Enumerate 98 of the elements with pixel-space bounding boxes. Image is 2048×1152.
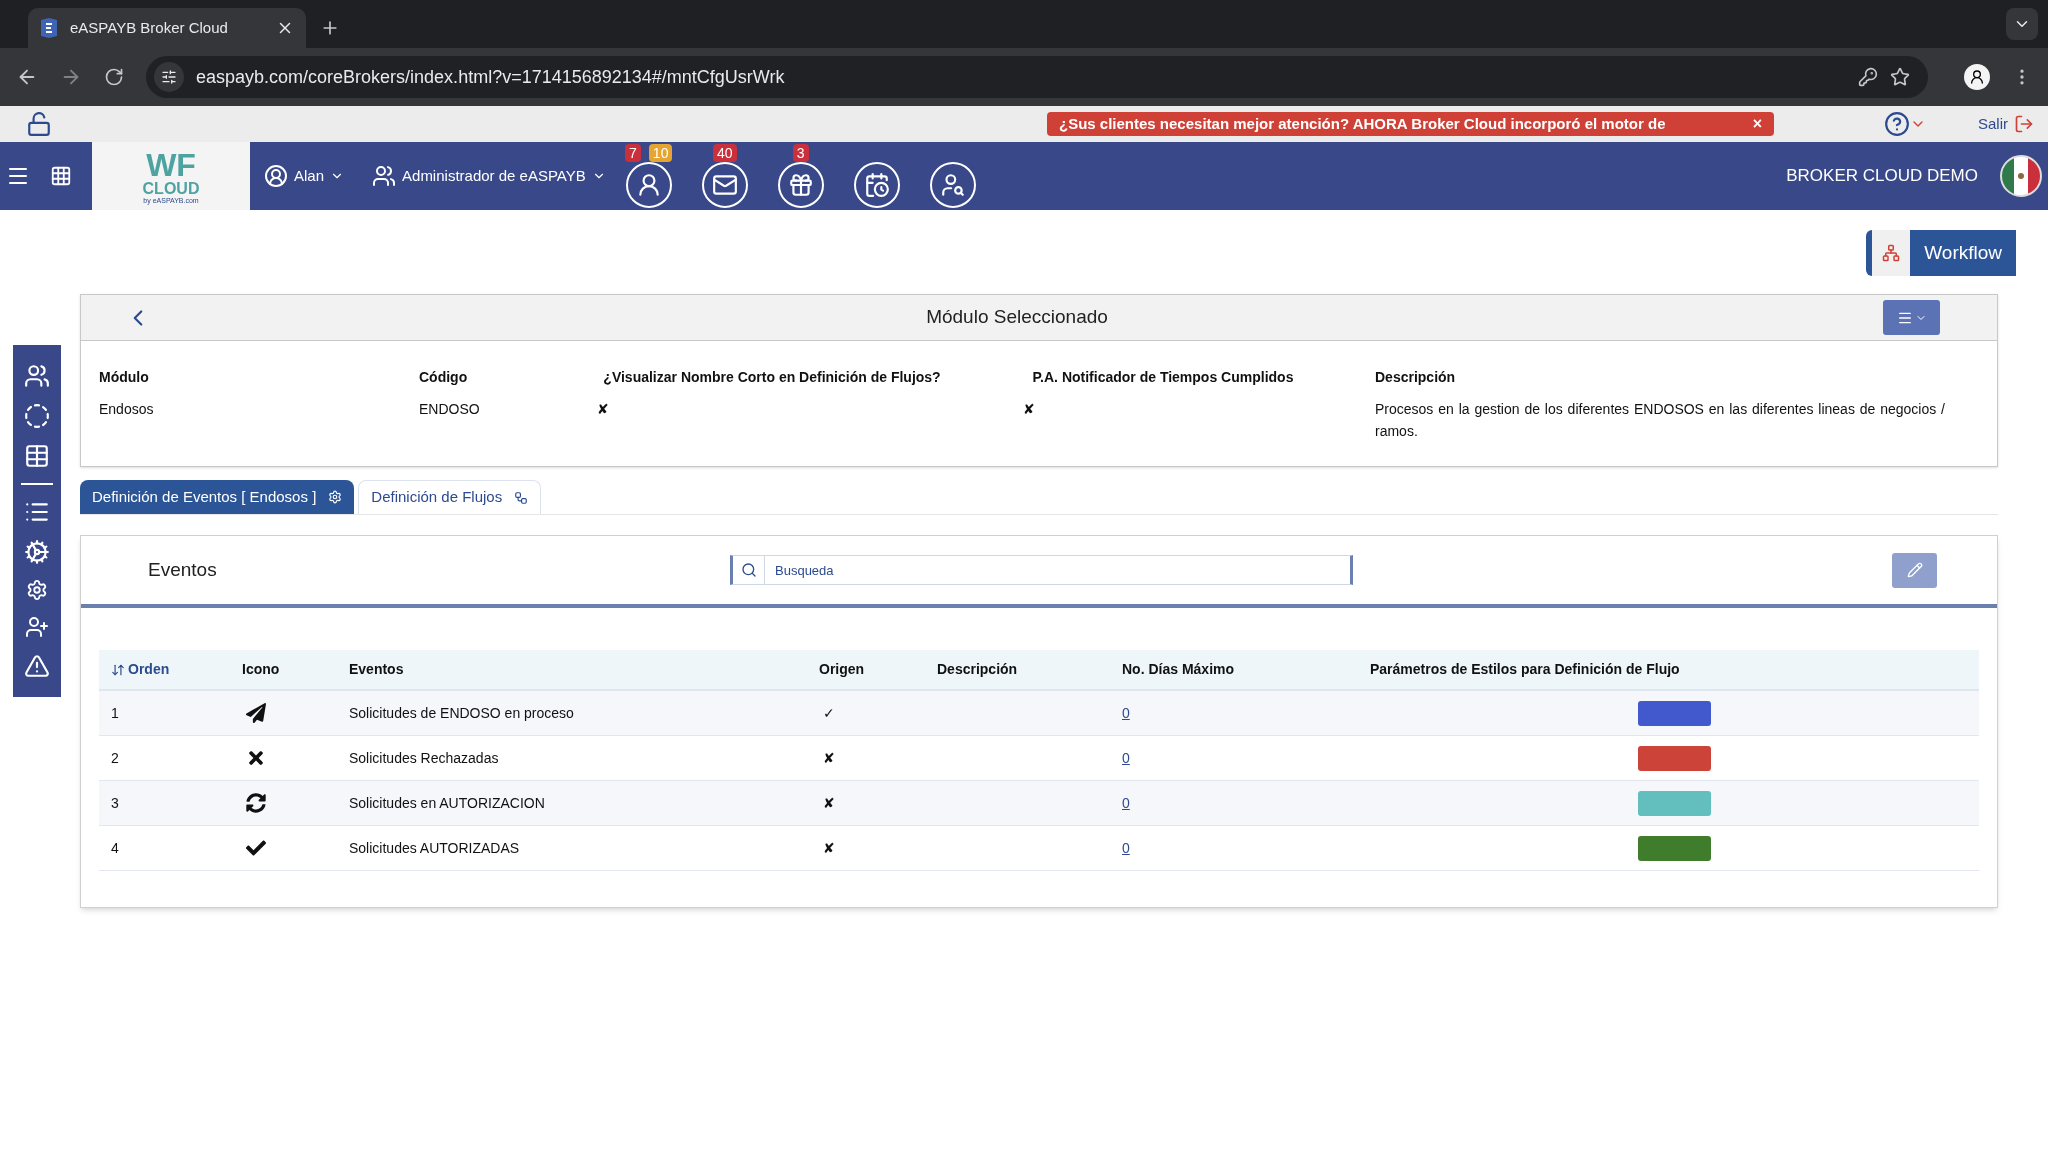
style-swatch[interactable] [1638,700,1711,726]
field-value: ✘ [1023,400,1036,419]
style-swatch[interactable] [1638,790,1711,816]
module-title: Módulo Seleccionado [925,305,1109,330]
checkmark-icon [246,838,266,858]
key-icon[interactable] [1858,67,1878,87]
table-icon[interactable] [24,443,50,469]
notification-badge: 3 [792,144,809,162]
envelope-icon[interactable] [701,162,748,208]
field-label: Código [419,368,469,387]
user-menu[interactable]: Alan [264,164,345,188]
column-header: Icono [242,660,281,679]
table-cell-text: 3 [110,793,120,813]
site-settings-icon[interactable] [154,62,184,92]
site-favicon-icon [40,18,58,38]
notification-badge: 7 [625,144,641,162]
options-menu-button[interactable] [1883,300,1940,335]
user-name: Alan [294,165,325,186]
logout-link[interactable]: Salir [1978,112,2008,136]
paper-plane-icon [246,703,266,723]
warning-icon[interactable] [24,653,50,679]
tab[interactable]: Definición de Eventos [ Endosos ] [80,480,355,514]
field-value: Procesos en la gestion de los diferentes ENDOSOS en las diferentes lineas de negocios / ramos. [1375,400,1945,441]
company-name: BROKER CLOUD DEMO [1786,165,1978,188]
calendar-icon[interactable] [853,162,900,208]
tab-title: eASPAYB Broker Cloud [70,17,229,38]
help-icon[interactable] [1884,111,1910,137]
pencil-icon [1906,562,1923,578]
table-cell-text: Solicitudes de ENDOSO en proceso [349,703,575,723]
notification-badge: 10 [648,144,673,162]
hierarchy-icon [1882,244,1901,262]
column-header: Eventos [349,660,405,679]
banner-text: ¿Sus clientes necesitan mejor atención? AHORA Broker Cloud incorporó el motor de [1059,113,1667,134]
table-cell-text: ✘ [822,793,836,813]
workflow-button[interactable]: Workflow [1866,230,2016,276]
field-value: ENDOSO [419,400,481,419]
search-icon [740,562,757,578]
browser-tab[interactable]: eASPAYB Broker Cloud [28,8,306,48]
gear-icon [328,490,343,504]
table-cell-text: 4 [110,838,120,858]
table-cell-text: 1 [110,703,120,723]
style-swatch[interactable] [1638,745,1711,771]
days-link[interactable]: 0 [1122,792,1130,814]
tab[interactable]: Definición de Flujos [358,480,542,514]
users-icon [372,164,397,188]
tab-list-button[interactable] [2006,8,2038,40]
team-icon[interactable] [24,363,50,389]
user-add-icon[interactable] [25,615,49,639]
style-swatch[interactable] [1638,835,1711,861]
table-cell-text: Solicitudes AUTORIZADAS [349,838,521,858]
flow-icon [514,490,529,505]
table-cell-text: ✘ [822,748,836,768]
address-bar[interactable]: easpayb.com/coreBrokers/index.html?v=1714156892134#/mntCfgUsrWrk [146,56,1928,98]
days-link[interactable]: 0 [1122,702,1130,724]
logo-sub-text: CLOUD [142,180,200,197]
days-link[interactable]: 0 [1122,747,1130,769]
user-icon [264,164,288,188]
logout-icon[interactable] [2014,114,2034,134]
column-header[interactable]: Orden [128,659,170,680]
mexico-flag-icon[interactable] [2000,155,2042,197]
notification-badge: 40 [712,144,737,162]
url-text: easpayb.com/coreBrokers/index.html?v=1714156892134#/mntCfgUsrWrk [196,65,786,89]
gift-icon[interactable] [777,162,824,208]
days-link[interactable]: 0 [1122,837,1130,859]
edit-button[interactable] [1892,552,1937,588]
field-value: Endosos [99,400,155,419]
column-header: Origen [819,660,866,679]
role-menu[interactable]: Administrador de eASPAYB [372,164,606,188]
column-header: Descripción [937,660,1019,679]
reload-icon[interactable] [104,67,124,87]
cross-icon [246,748,266,768]
profile-avatar-icon[interactable] [1964,64,1990,90]
table-cell-text: Solicitudes en AUTORIZACION [349,793,546,813]
field-value: ✘ [597,400,610,419]
field-label: Módulo [99,368,150,387]
table-cell-text: 2 [110,748,120,768]
role-name: Administrador de eASPAYB [402,165,586,186]
field-label: Descripción [1375,368,1457,387]
column-header: Parámetros de Estilos para Definición de Flujo [1370,660,1681,679]
sort-column-header[interactable]: Orden [99,659,242,680]
refresh-icon [246,793,266,813]
table-cell-text: ✓ [822,703,836,723]
apps-grid-icon[interactable] [50,165,72,187]
table-cell-text: ✘ [822,838,836,858]
table-cell-text: Solicitudes Rechazadas [349,748,500,768]
logo-main-text: WF [146,148,196,181]
field-label: P.A. Notificador de Tiempos Cumplidos [1031,368,1295,387]
column-header: No. Días Máximo [1122,660,1236,679]
banner-close[interactable]: × [1752,112,1762,136]
promo-banner[interactable]: ¿Sus clientes necesitan mejor atención? AHORA Broker Cloud incorporó el motor de × [1047,112,1774,136]
field-label: ¿Visualizar Nombre Corto en Definición de Flujos? [602,368,942,387]
gear-icon[interactable] [26,579,48,601]
section-title: Eventos [148,557,218,582]
user-search-icon[interactable] [929,162,976,208]
unlock-icon[interactable] [26,111,52,137]
sort-icon [111,662,125,677]
cycle-icon[interactable] [24,403,50,429]
bookmark-star-icon[interactable] [1890,67,1910,87]
